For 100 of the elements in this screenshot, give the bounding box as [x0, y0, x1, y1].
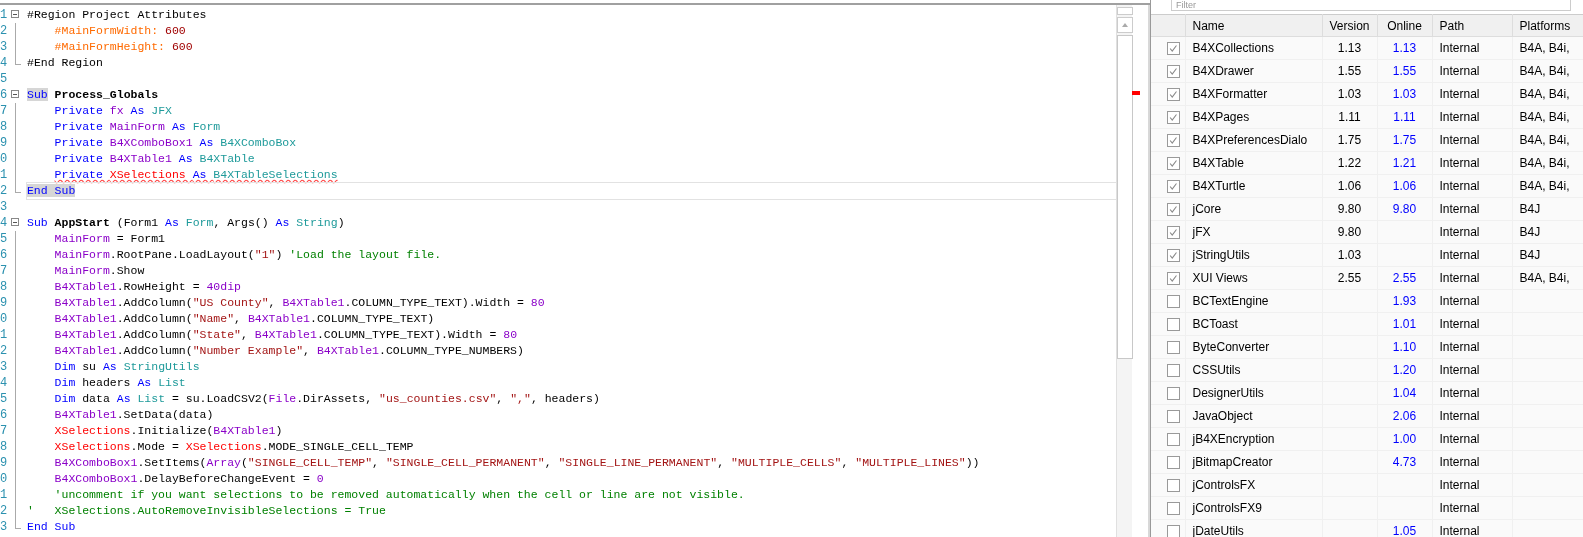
line-number: 3 — [0, 520, 9, 534]
path-text: Internal — [1439, 133, 1480, 147]
library-name: B4XFormatter — [1192, 87, 1268, 101]
library-name: jFX — [1192, 225, 1211, 239]
code-line: B4XComboBox1.SetItems(Array("SINGLE_CELL_TEMP", "SINGLE_CELL_PERMANENT", "SINGLE_LINE_PERMANENT", "MULTIPLE_CELLS", "MULTIPLE_LINES")) — [53, 455, 980, 471]
checkbox[interactable] — [1167, 501, 1180, 515]
column-header[interactable]: Platforms — [1512, 14, 1583, 37]
path-text: Internal — [1439, 87, 1480, 101]
checkbox[interactable] — [1167, 340, 1180, 354]
column-header[interactable]: Name — [1185, 14, 1322, 37]
code-line: Private fx As JFX — [53, 103, 172, 119]
platforms-text: B4A, B4i, — [1519, 87, 1570, 101]
checkbox[interactable] — [1167, 386, 1180, 400]
error-marker — [1132, 91, 1140, 95]
code-line: Private B4XComboBox1 As B4XComboBox — [53, 135, 297, 151]
checkbox[interactable] — [1167, 87, 1180, 101]
collapse-icon[interactable] — [11, 218, 19, 226]
line-number: 7 — [0, 424, 9, 438]
splitter-handle[interactable] — [1116, 7, 1133, 15]
online-text: 1.04 — [1392, 386, 1417, 400]
code-line: Sub Process_Globals — [27, 87, 159, 103]
library-name: B4XDrawer — [1192, 64, 1254, 78]
code-line: Dim su As StringUtils — [53, 359, 200, 375]
column-header[interactable]: Version — [1322, 14, 1377, 37]
online-text: 1.06 — [1392, 179, 1417, 193]
line-number: 5 — [0, 392, 9, 406]
checkbox[interactable] — [1167, 41, 1180, 55]
collapse-icon[interactable] — [11, 90, 19, 98]
code-line: B4XTable1.SetData(data) — [53, 407, 214, 423]
filter-field[interactable]: Filter — [1171, 0, 1571, 11]
library-name: jControlsFX9 — [1192, 501, 1262, 515]
line-number: 5 — [0, 232, 9, 246]
code-line: End Sub — [26, 183, 1116, 199]
path-text: Internal — [1439, 340, 1480, 354]
checkbox[interactable] — [1167, 64, 1180, 78]
checkbox[interactable] — [1167, 524, 1180, 537]
version-text: 1.06 — [1337, 179, 1362, 193]
checkbox[interactable] — [1167, 478, 1180, 492]
code-line: Private XSelections As B4XTableSelections — [53, 167, 338, 183]
online-text: 9.80 — [1392, 202, 1417, 216]
code-line: Private B4XTable1 As B4XTable — [53, 151, 255, 167]
version-text: 2.55 — [1337, 271, 1362, 285]
line-number: 8 — [0, 280, 9, 294]
platforms-text: B4J — [1519, 248, 1541, 262]
code-line: B4XTable1.AddColumn("Number Example", B4XTable1.COLUMN_TYPE_NUMBERS) — [53, 343, 524, 359]
checkbox[interactable] — [1167, 248, 1180, 262]
line-number: 6 — [0, 248, 9, 262]
library-name: B4XCollections — [1192, 41, 1274, 55]
checkbox[interactable] — [1167, 455, 1180, 469]
path-text: Internal — [1439, 41, 1480, 55]
code-line: B4XTable1.AddColumn("US County", B4XTable1.COLUMN_TYPE_TEXT).Width = 80 — [53, 295, 545, 311]
library-name: jStringUtils — [1192, 248, 1250, 262]
path-text: Internal — [1439, 156, 1480, 170]
checkbox[interactable] — [1167, 271, 1180, 285]
collapse-icon[interactable] — [11, 10, 19, 18]
code-line: Private MainForm As Form — [53, 119, 221, 135]
code-line: #Region Project Attributes — [27, 7, 207, 23]
column-header[interactable]: Path — [1432, 14, 1512, 37]
path-text: Internal — [1439, 248, 1480, 262]
path-text: Internal — [1439, 179, 1480, 193]
vertical-scrollbar[interactable] — [1116, 5, 1132, 537]
path-text: Internal — [1439, 363, 1480, 377]
version-text: 1.22 — [1337, 156, 1362, 170]
column-header[interactable]: Online — [1377, 14, 1432, 37]
line-number: 1 — [0, 8, 9, 22]
checkbox[interactable] — [1167, 432, 1180, 446]
line-number: 4 — [0, 56, 9, 70]
platforms-text: B4A, B4i, — [1519, 156, 1570, 170]
path-text: Internal — [1439, 294, 1480, 308]
path-text: Internal — [1439, 409, 1480, 423]
platforms-text: B4A, B4i, — [1519, 64, 1570, 78]
version-text: 1.13 — [1337, 41, 1362, 55]
checkbox[interactable] — [1167, 110, 1180, 124]
platforms-text: B4A, B4i, — [1519, 110, 1570, 124]
code-line: 'uncomment if you want selections to be removed automatically when the cell or line are not visible. — [53, 487, 745, 503]
library-name: jB4XEncryption — [1192, 432, 1275, 446]
scroll-up-icon[interactable] — [1116, 17, 1133, 33]
online-text: 1.05 — [1392, 524, 1417, 537]
online-text: 1.20 — [1392, 363, 1417, 377]
version-text: 1.55 — [1337, 64, 1362, 78]
checkbox[interactable] — [1167, 294, 1180, 308]
path-text: Internal — [1439, 110, 1480, 124]
checkbox[interactable] — [1167, 225, 1180, 239]
code-line: Sub AppStart (Form1 As Form, Args() As String) — [27, 215, 345, 231]
checkbox[interactable] — [1167, 409, 1180, 423]
checkbox[interactable] — [1167, 363, 1180, 377]
checkbox[interactable] — [1167, 317, 1180, 331]
library-name: jBitmapCreator — [1192, 455, 1273, 469]
checkbox[interactable] — [1167, 133, 1180, 147]
platforms-text: B4A, B4i, — [1519, 271, 1570, 285]
library-name: jDateUtils — [1192, 524, 1244, 537]
code-line: MainForm = Form1 — [53, 231, 166, 247]
line-number: 3 — [0, 200, 9, 214]
checkbox[interactable] — [1167, 202, 1180, 216]
library-name: BCTextEngine — [1192, 294, 1269, 308]
online-text: 4.73 — [1392, 455, 1417, 469]
checkbox[interactable] — [1167, 179, 1180, 193]
checkbox[interactable] — [1167, 156, 1180, 170]
version-text: 1.11 — [1338, 110, 1361, 124]
line-number: 9 — [0, 296, 9, 310]
